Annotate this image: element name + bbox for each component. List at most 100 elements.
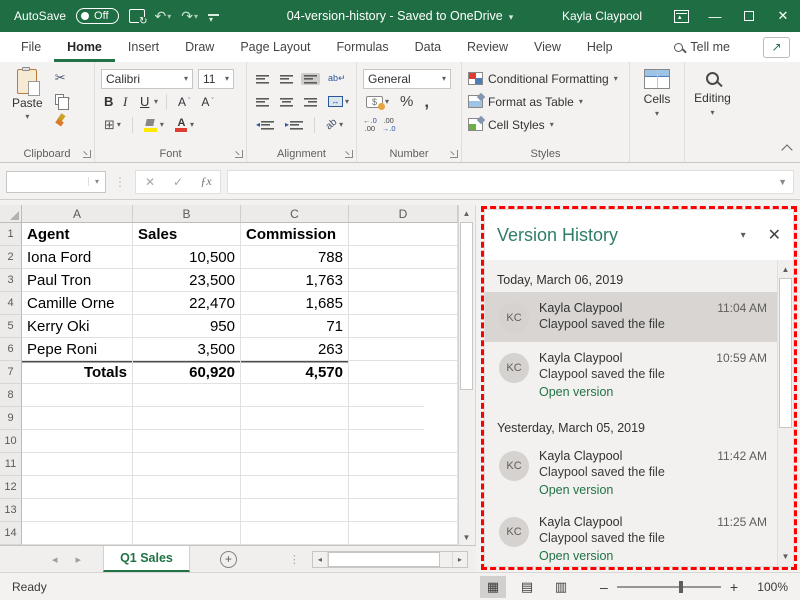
open-version-link[interactable]: Open version xyxy=(539,549,767,563)
redo-caret-icon[interactable]: ▾ xyxy=(194,12,198,21)
cell-C9[interactable] xyxy=(241,407,349,430)
cell-C14[interactable] xyxy=(241,522,349,545)
maximize-button[interactable] xyxy=(732,0,766,32)
underline-button[interactable]: U xyxy=(137,93,149,110)
cell-B9[interactable] xyxy=(133,407,241,430)
cell-C8[interactable] xyxy=(241,384,349,407)
cell-B3[interactable]: 23,500 xyxy=(133,269,241,292)
cell-D3[interactable] xyxy=(349,269,458,292)
format-as-table-button[interactable]: Format as Table ▾ xyxy=(468,90,623,113)
cell-B1[interactable]: Sales xyxy=(133,223,241,246)
cells-button[interactable]: Cells ▾ xyxy=(644,69,671,118)
row-header-5[interactable]: 5 xyxy=(0,315,22,338)
grow-font-button[interactable]: Aˆ xyxy=(175,94,193,110)
column-header-A[interactable]: A xyxy=(22,205,133,223)
row-header-10[interactable]: 10 xyxy=(0,430,22,453)
cell-A4[interactable]: Camille Orne xyxy=(22,292,133,315)
cell-A14[interactable] xyxy=(22,522,133,545)
tab-data[interactable]: Data xyxy=(402,32,454,62)
zoom-slider-thumb[interactable] xyxy=(679,581,683,593)
zoom-in-button[interactable]: + xyxy=(730,579,738,595)
name-box-caret-icon[interactable]: ▾ xyxy=(88,177,105,186)
align-right-button[interactable] xyxy=(301,96,320,108)
cell-D5[interactable] xyxy=(349,315,458,338)
cell-A13[interactable] xyxy=(22,499,133,522)
decrease-indent-button[interactable]: ◂ xyxy=(253,119,277,131)
row-header-8[interactable]: 8 xyxy=(0,384,22,407)
row-header-13[interactable]: 13 xyxy=(0,499,22,522)
horizontal-scrollbar-thumb[interactable] xyxy=(328,552,440,567)
cell-B12[interactable] xyxy=(133,476,241,499)
cell-A10[interactable] xyxy=(22,430,133,453)
row-header-1[interactable]: 1 xyxy=(0,223,22,246)
cell-D2[interactable] xyxy=(349,246,458,269)
cell-A9[interactable] xyxy=(22,407,133,430)
insert-function-button[interactable]: ƒx xyxy=(192,174,220,189)
tab-view[interactable]: View xyxy=(521,32,574,62)
fill-color-button[interactable]: ▾ xyxy=(141,117,167,133)
minimize-button[interactable]: — xyxy=(698,0,732,32)
cell-C13[interactable] xyxy=(241,499,349,522)
cell-C7[interactable]: 4,570 xyxy=(241,361,349,384)
panel-scroll-down-icon[interactable]: ▼ xyxy=(778,549,793,564)
share-button[interactable]: ↗ xyxy=(763,37,790,58)
tab-formulas[interactable]: Formulas xyxy=(324,32,402,62)
decrease-decimal-button[interactable]: .00 →.0 xyxy=(382,117,396,132)
font-name-select[interactable]: Calibri ▾ xyxy=(101,69,193,89)
bold-button[interactable]: B xyxy=(101,93,115,110)
scroll-up-icon[interactable]: ▲ xyxy=(459,205,474,221)
row-header-12[interactable]: 12 xyxy=(0,476,22,499)
page-layout-view-button[interactable]: ▤ xyxy=(514,576,540,598)
version-entry[interactable]: KCKayla Claypool11:25 AMClaypool saved t… xyxy=(485,506,777,566)
underline-caret-icon[interactable]: ▾ xyxy=(154,97,158,106)
cell-A12[interactable] xyxy=(22,476,133,499)
cell-C3[interactable]: 1,763 xyxy=(241,269,349,292)
horizontal-scrollbar[interactable]: ◂ ▸ xyxy=(312,551,468,568)
zoom-slider[interactable] xyxy=(617,586,721,588)
copy-button[interactable]: ▾ xyxy=(55,90,70,108)
cell-D14[interactable] xyxy=(349,522,458,545)
cell-A2[interactable]: Iona Ford xyxy=(22,246,133,269)
align-bottom-button[interactable] xyxy=(301,73,320,85)
accounting-format-button[interactable]: $▾ xyxy=(363,95,392,109)
scroll-down-icon[interactable]: ▼ xyxy=(459,529,474,545)
editing-button[interactable]: Editing ▾ xyxy=(694,69,731,117)
scroll-right-icon[interactable]: ▸ xyxy=(452,552,467,567)
open-version-link[interactable]: Open version xyxy=(539,483,767,497)
cell-D1[interactable] xyxy=(349,223,458,246)
vertical-scrollbar-thumb[interactable] xyxy=(460,222,473,390)
save-icon[interactable] xyxy=(129,9,145,23)
cell-C4[interactable]: 1,685 xyxy=(241,292,349,315)
formula-bar-expand-icon[interactable]: ▼ xyxy=(778,177,787,187)
redo-button[interactable]: ↷ ▾ xyxy=(181,8,198,25)
version-entry[interactable]: KCKayla Claypool10:59 AMClaypool saved t… xyxy=(485,342,777,408)
scroll-left-icon[interactable]: ◂ xyxy=(313,552,328,567)
panel-options-caret-icon[interactable]: ▾ xyxy=(741,230,746,241)
number-dialog-launcher-icon[interactable] xyxy=(450,150,458,158)
cell-C5[interactable]: 71 xyxy=(241,315,349,338)
cell-A7[interactable]: Totals xyxy=(22,361,133,384)
title-caret-icon[interactable]: ▾ xyxy=(509,12,514,22)
tab-draw[interactable]: Draw xyxy=(172,32,227,62)
tell-me-button[interactable]: Tell me xyxy=(690,40,730,54)
enter-button[interactable]: ✓ xyxy=(164,175,192,189)
sheet-nav-left-icon[interactable]: ◂ xyxy=(52,553,58,566)
new-sheet-button[interactable]: + xyxy=(220,551,237,568)
align-left-button[interactable] xyxy=(253,96,272,108)
tab-review[interactable]: Review xyxy=(454,32,521,62)
normal-view-button[interactable]: ▦ xyxy=(480,576,506,598)
cell-C12[interactable] xyxy=(241,476,349,499)
align-center-button[interactable] xyxy=(277,96,296,108)
cell-A8[interactable] xyxy=(22,384,133,407)
page-break-view-button[interactable]: ▥ xyxy=(548,576,574,598)
cell-B7[interactable]: 60,920 xyxy=(133,361,241,384)
user-name[interactable]: Kayla Claypool xyxy=(562,9,642,23)
align-middle-button[interactable] xyxy=(277,73,296,85)
font-dialog-launcher-icon[interactable] xyxy=(235,150,243,158)
formula-bar-splitter-icon[interactable]: ⋮ xyxy=(114,175,127,189)
undo-caret-icon[interactable]: ▾ xyxy=(167,12,171,21)
undo-button[interactable]: ↶ ▾ xyxy=(155,8,172,25)
cell-D4[interactable] xyxy=(349,292,458,315)
ribbon-display-options-button[interactable] xyxy=(664,0,698,32)
autosave-toggle[interactable]: Off xyxy=(76,8,118,24)
